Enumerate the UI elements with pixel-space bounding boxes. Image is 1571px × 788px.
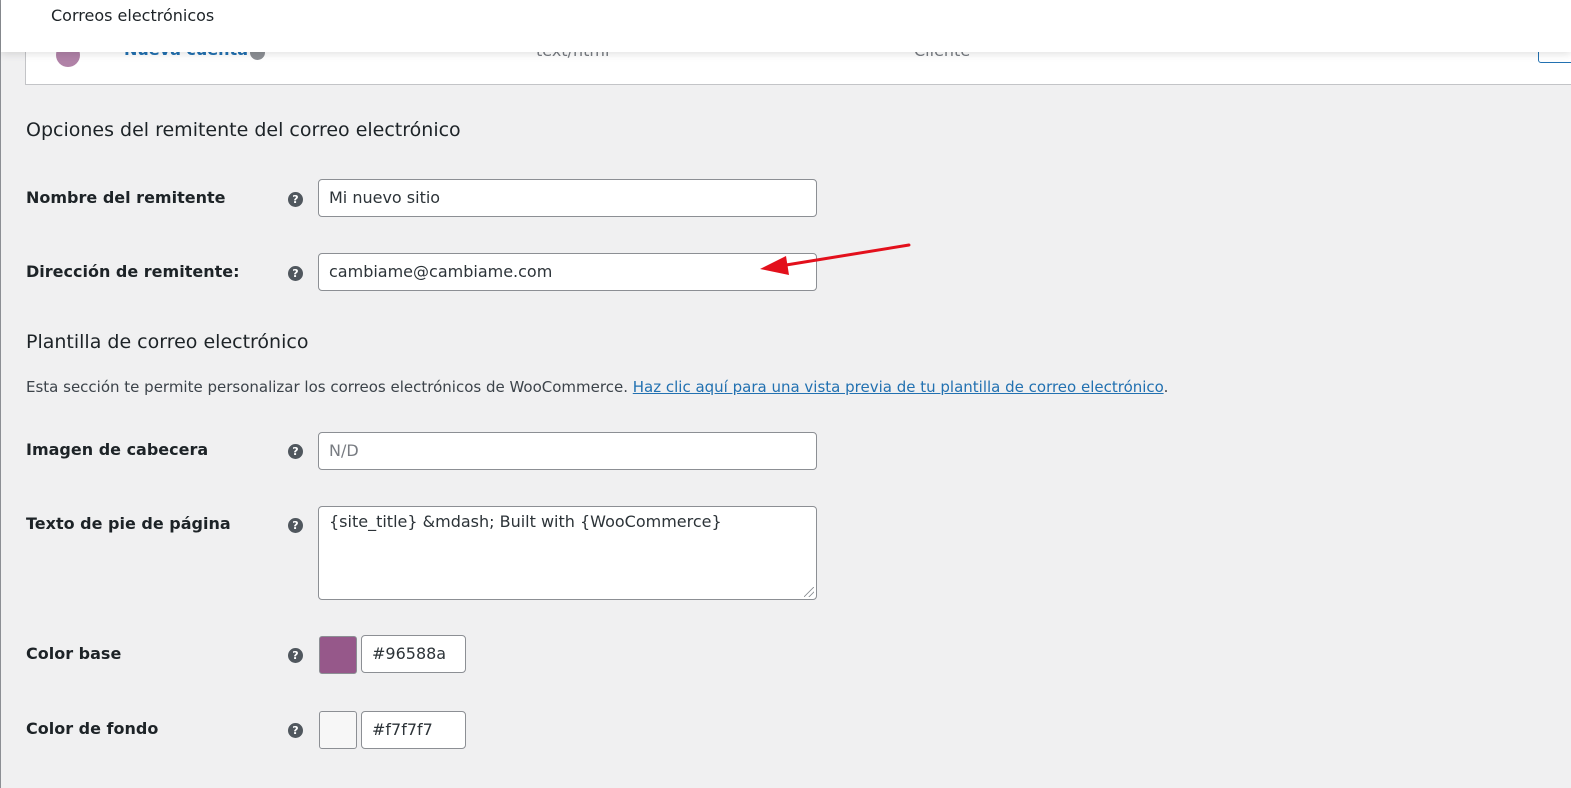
- red-arrow-annotation: [760, 243, 911, 275]
